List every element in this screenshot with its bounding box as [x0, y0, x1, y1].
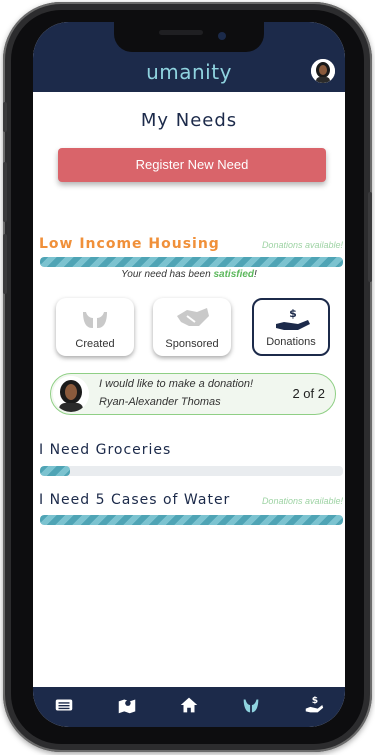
donor-name: Ryan-Alexander Thomas: [99, 396, 221, 408]
need-progress-bar: [40, 515, 343, 525]
nav-map[interactable]: [109, 690, 145, 720]
donation-hand-icon: $: [305, 695, 323, 713]
need-title-water[interactable]: I Need 5 Cases of Water: [39, 492, 230, 508]
status-word: satisfied: [213, 269, 255, 280]
handshake-icon: [177, 308, 209, 326]
donor-avatar: [53, 376, 89, 412]
nav-list[interactable]: [46, 690, 82, 720]
volume-up-button: [3, 162, 7, 222]
power-button: [368, 192, 372, 282]
need-status-text: Your need has been satisfied!: [33, 269, 345, 280]
need-progress-bar: [40, 466, 343, 476]
progress-fill: [40, 257, 343, 267]
donations-available-label: Donations available!: [261, 240, 343, 250]
list-icon: [55, 699, 73, 711]
step-label: Created: [75, 338, 115, 350]
mute-switch: [3, 102, 7, 132]
speaker: [159, 30, 203, 35]
status-prefix: Your need has been: [121, 269, 214, 280]
nav-my-needs[interactable]: [233, 690, 269, 720]
user-avatar[interactable]: [311, 59, 335, 83]
nav-home[interactable]: [171, 690, 207, 720]
step-sponsored[interactable]: Sponsored: [153, 298, 231, 356]
app-logo[interactable]: umanity: [33, 60, 345, 84]
home-icon: [180, 697, 198, 713]
donor-message: I would like to make a donation!: [99, 378, 254, 390]
bottom-nav: $: [33, 687, 345, 727]
app-screen: umanity My Needs Register New Need Low I…: [33, 22, 345, 727]
main-content: My Needs Register New Need Low Income Ho…: [33, 92, 345, 687]
donor-offer-card[interactable]: I would like to make a donation! Ryan-Al…: [50, 373, 336, 415]
map-icon: [118, 699, 135, 714]
donation-hand-icon: $: [276, 307, 310, 330]
register-new-need-button[interactable]: Register New Need: [58, 148, 326, 182]
progress-fill: [40, 515, 343, 525]
hands-icon: [83, 312, 107, 328]
nav-donations[interactable]: $: [296, 690, 332, 720]
user-avatar-photo: [311, 59, 335, 83]
svg-text:$: $: [311, 695, 317, 706]
donor-photo: [53, 376, 89, 412]
volume-down-button: [3, 234, 7, 294]
camera: [218, 32, 226, 40]
logo-text: umanity: [146, 60, 232, 84]
need-title-housing[interactable]: Low Income Housing: [39, 236, 220, 252]
step-label: Donations: [266, 336, 316, 348]
step-label: Sponsored: [165, 338, 219, 350]
svg-text:$: $: [289, 307, 297, 320]
donor-counter: 2 of 2: [292, 386, 325, 401]
step-donations[interactable]: $ Donations: [252, 298, 330, 356]
step-created[interactable]: Created: [56, 298, 134, 356]
need-title-groceries[interactable]: I Need Groceries: [39, 442, 171, 458]
hands-icon: [244, 699, 259, 713]
donations-available-label: Donations available!: [261, 496, 343, 506]
notch: [114, 22, 264, 52]
need-progress-bar: [40, 257, 343, 267]
page-title: My Needs: [140, 110, 238, 131]
status-suffix: !: [254, 269, 257, 280]
progress-fill: [40, 466, 71, 476]
